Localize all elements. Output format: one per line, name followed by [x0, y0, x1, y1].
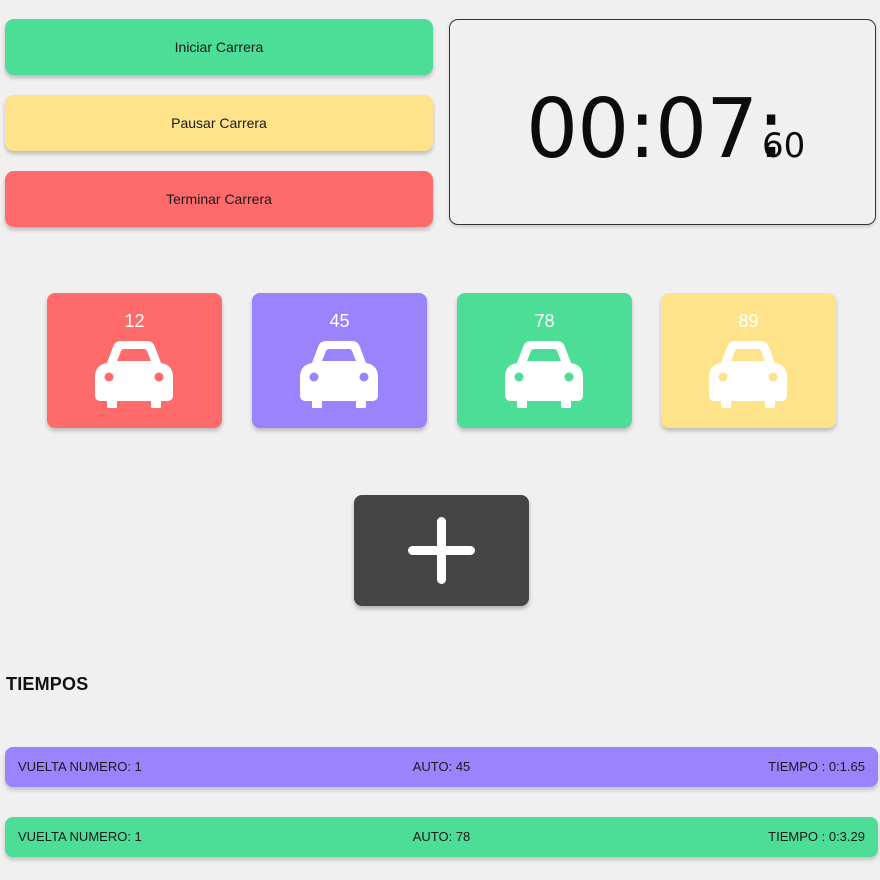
race-timer: 00:07: 60: [449, 19, 876, 225]
lap-row: VUELTA NUMERO: 1 AUTO: 78 TIEMPO : 0:3.2…: [5, 817, 878, 857]
timer-main-digits: 00:07:: [526, 82, 785, 177]
car-card-45[interactable]: 45: [252, 293, 427, 428]
car-card-89[interactable]: 89: [661, 293, 836, 428]
plus-icon: [408, 517, 475, 584]
lap-car: AUTO: 78: [412, 829, 471, 844]
start-race-label: Iniciar Carrera: [174, 39, 264, 55]
lap-time: TIEMPO : 0:3.29: [768, 829, 865, 844]
lap-row: VUELTA NUMERO: 1 AUTO: 45 TIEMPO : 0:1.6…: [5, 747, 878, 787]
car-icon: [505, 341, 583, 408]
car-icon: [709, 341, 787, 408]
car-number: 78: [534, 311, 555, 331]
car-number: 45: [329, 311, 350, 331]
pause-race-button[interactable]: Pausar Carrera: [5, 95, 433, 151]
car-number: 12: [124, 311, 145, 331]
add-car-button[interactable]: [354, 495, 529, 606]
lap-time: TIEMPO : 0:1.65: [768, 759, 865, 774]
car-icon: [95, 341, 173, 408]
lap-car: AUTO: 45: [412, 759, 471, 774]
end-race-label: Terminar Carrera: [166, 191, 272, 207]
car-card-12[interactable]: 12: [47, 293, 222, 428]
pause-race-label: Pausar Carrera: [171, 115, 267, 131]
timer-centiseconds: 60: [762, 126, 806, 166]
car-icon: [300, 341, 378, 408]
car-number: 89: [738, 311, 759, 331]
start-race-button[interactable]: Iniciar Carrera: [5, 19, 433, 75]
car-card-78[interactable]: 78: [457, 293, 632, 428]
end-race-button[interactable]: Terminar Carrera: [5, 171, 433, 227]
times-section-title: TIEMPOS: [6, 674, 89, 694]
